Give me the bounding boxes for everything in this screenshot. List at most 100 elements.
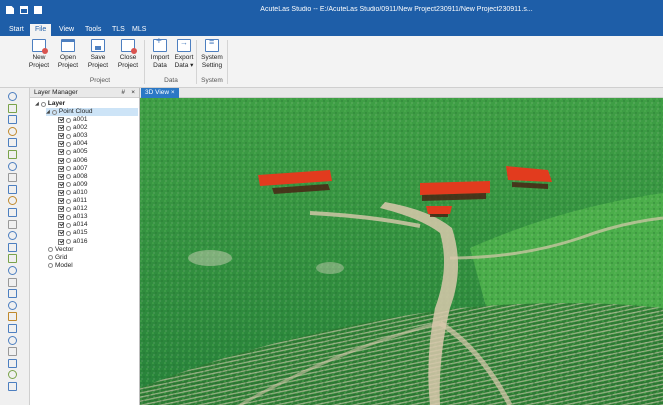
visibility-checkbox[interactable] — [58, 238, 64, 245]
grid-layer-label: Grid — [55, 253, 68, 261]
new-project-button[interactable]: New Project — [25, 39, 53, 69]
tree-node-point-cloud[interactable]: ◢ Point Cloud — [46, 108, 138, 116]
visibility-checkbox[interactable] — [58, 165, 64, 172]
tree-node-grid[interactable]: Grid — [48, 254, 67, 262]
tool-icon[interactable] — [8, 335, 17, 345]
tool-icon[interactable] — [8, 126, 17, 136]
tool-icon[interactable] — [8, 161, 17, 171]
tab-file[interactable]: File — [30, 24, 52, 36]
tool-icon[interactable] — [8, 150, 17, 159]
visibility-checkbox[interactable] — [58, 222, 64, 229]
tool-icon[interactable] — [8, 208, 17, 217]
tool-icon[interactable] — [8, 324, 17, 333]
tool-icon[interactable] — [8, 370, 17, 380]
tool-icon[interactable] — [8, 289, 17, 299]
close-project-label-2: Project — [117, 61, 139, 69]
tool-icon[interactable] — [8, 231, 17, 241]
tree-node-point-cloud-item[interactable]: a004 — [58, 140, 87, 148]
tree-node-point-cloud-item[interactable]: a011 — [58, 197, 87, 205]
tree-node-point-cloud-item[interactable]: a008 — [58, 173, 87, 181]
close-project-button[interactable]: Close Project — [114, 39, 142, 69]
system-setting-button[interactable]: System Setting — [198, 39, 226, 69]
tool-icon[interactable] — [8, 196, 17, 206]
tree-node-point-cloud-item[interactable]: a001 — [58, 116, 87, 124]
view-tab-bar: 3D View × — [140, 88, 663, 98]
visibility-checkbox[interactable] — [58, 157, 64, 164]
visibility-checkbox[interactable] — [58, 181, 64, 188]
visibility-checkbox[interactable] — [58, 189, 64, 196]
tab-start[interactable]: Start — [4, 24, 29, 36]
point-cloud-item-icon — [66, 222, 71, 228]
close-project-icon — [121, 39, 137, 54]
visibility-checkbox[interactable] — [58, 230, 64, 237]
tree-node-point-cloud-item[interactable]: a016 — [58, 238, 87, 246]
visibility-checkbox[interactable] — [58, 149, 64, 156]
pin-icon[interactable]: # — [121, 88, 125, 98]
tree-node-point-cloud-item[interactable]: a010 — [58, 189, 87, 197]
tool-icon[interactable] — [8, 266, 17, 275]
tree-node-model[interactable]: Model — [48, 262, 73, 270]
tree-node-point-cloud-item[interactable]: a006 — [58, 157, 87, 165]
visibility-checkbox[interactable] — [58, 141, 64, 148]
tree-node-layer[interactable]: ◢ Layer — [35, 100, 65, 108]
tool-icon[interactable] — [8, 115, 17, 125]
tool-icon[interactable] — [8, 103, 17, 113]
tree-node-point-cloud-item[interactable]: a013 — [58, 213, 87, 221]
tree-node-point-cloud-item[interactable]: a012 — [58, 205, 87, 213]
point-cloud-item-label: a002 — [73, 124, 88, 132]
tool-icon[interactable] — [8, 347, 17, 357]
point-cloud-item-icon — [66, 141, 71, 147]
tree-node-point-cloud-item[interactable]: a003 — [58, 132, 87, 140]
save-project-button[interactable]: Save Project — [84, 39, 112, 69]
tree-node-point-cloud-item[interactable]: a007 — [58, 165, 87, 173]
layer-root-label: Layer — [47, 100, 66, 107]
tool-icon[interactable] — [8, 382, 17, 391]
point-cloud-item-icon — [66, 182, 71, 188]
tree-node-vector[interactable]: Vector — [48, 246, 73, 254]
tool-icon[interactable] — [8, 173, 17, 183]
point-cloud-item-icon — [66, 125, 71, 131]
visibility-checkbox[interactable] — [58, 133, 64, 140]
vector-layer-label: Vector — [55, 245, 74, 253]
visibility-checkbox[interactable] — [58, 206, 64, 213]
tab-3d-view[interactable]: 3D View × — [141, 88, 179, 98]
visibility-checkbox[interactable] — [58, 173, 64, 180]
visibility-checkbox[interactable] — [58, 198, 64, 204]
export-data-button[interactable]: Export Data ▾ — [170, 39, 198, 69]
tree-node-point-cloud-item[interactable]: a009 — [58, 181, 87, 189]
tab-tools[interactable]: Tools — [80, 24, 106, 36]
tool-icon[interactable] — [8, 219, 17, 229]
tool-icon[interactable] — [8, 358, 17, 368]
tool-icon[interactable] — [8, 184, 17, 194]
title-bar: AcuteLas Studio -- E:/AcuteLas Studio/09… — [0, 0, 663, 22]
point-cloud-render — [140, 98, 663, 405]
tree-node-point-cloud-item[interactable]: a014 — [58, 221, 87, 229]
tool-icon[interactable] — [8, 242, 17, 252]
tab-view[interactable]: View — [54, 24, 79, 36]
tool-icon[interactable] — [8, 312, 17, 322]
ribbon: New Project Open Project Save Project Cl… — [0, 36, 663, 88]
collapse-icon[interactable]: ◢ — [35, 100, 39, 108]
point-cloud-item-label: a008 — [73, 172, 88, 180]
visibility-checkbox[interactable] — [58, 125, 64, 132]
close-icon[interactable]: × — [131, 88, 135, 98]
tool-icon[interactable] — [8, 92, 17, 101]
settings-icon — [205, 39, 219, 52]
tool-icon[interactable] — [8, 254, 17, 264]
collapse-icon[interactable]: ◢ — [46, 108, 50, 116]
system-setting-label-1: System — [201, 54, 223, 61]
tool-icon[interactable] — [8, 300, 17, 310]
open-project-button[interactable]: Open Project — [54, 39, 82, 69]
tab-mls[interactable]: MLS — [127, 24, 151, 36]
layer-manager-header: Layer Manager # × — [30, 88, 139, 98]
tool-icon[interactable] — [8, 138, 17, 148]
visibility-checkbox[interactable] — [58, 117, 64, 123]
tree-node-point-cloud-item[interactable]: a015 — [58, 229, 87, 237]
visibility-checkbox[interactable] — [58, 214, 64, 221]
tree-node-point-cloud-item[interactable]: a002 — [58, 124, 87, 132]
ribbon-separator — [196, 40, 197, 84]
new-project-label-2: Project — [28, 61, 50, 69]
tree-node-point-cloud-item[interactable]: a005 — [58, 148, 87, 156]
tool-icon[interactable] — [8, 277, 17, 287]
3d-view-canvas[interactable] — [140, 98, 663, 405]
